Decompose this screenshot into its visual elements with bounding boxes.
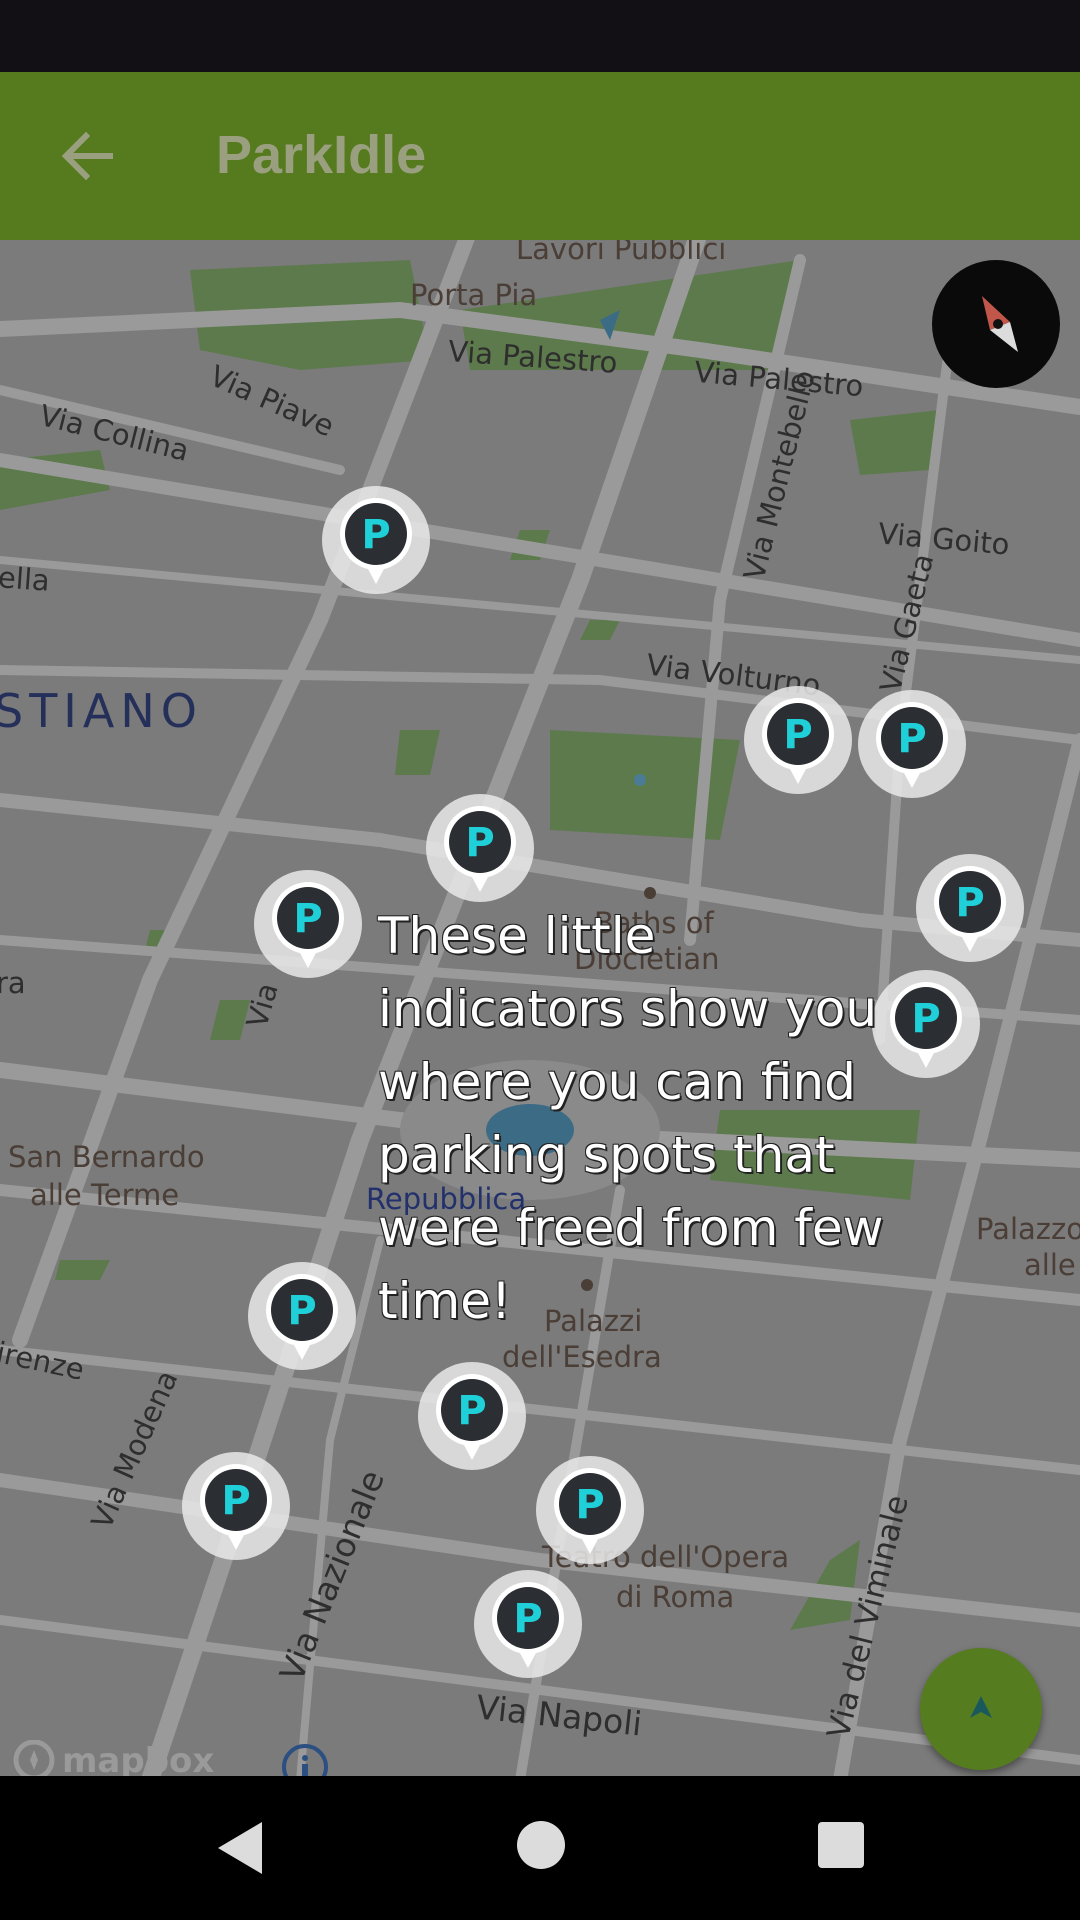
- system-nav-bar: [0, 1776, 1080, 1920]
- navigation-arrow-icon: [970, 1696, 992, 1718]
- svg-text:P: P: [911, 996, 940, 1042]
- parking-marker[interactable]: P: [416, 1360, 528, 1472]
- back-button[interactable]: [52, 120, 124, 192]
- svg-text:P: P: [293, 896, 322, 942]
- map-label: alle: [1024, 1248, 1076, 1282]
- svg-text:P: P: [783, 712, 812, 758]
- circle-home-icon[interactable]: [516, 1820, 566, 1870]
- parking-marker[interactable]: P: [534, 1454, 646, 1566]
- svg-text:P: P: [465, 820, 494, 866]
- compass-icon: [982, 296, 1018, 352]
- map-label: di Roma: [616, 1580, 735, 1614]
- svg-text:P: P: [575, 1482, 604, 1528]
- svg-text:mapbox: mapbox: [62, 1741, 214, 1776]
- parking-marker[interactable]: P: [246, 1260, 358, 1372]
- app-bar: ParkIdle: [0, 72, 1080, 240]
- svg-text:P: P: [361, 512, 390, 558]
- parking-marker[interactable]: P: [252, 868, 364, 980]
- map-label: Porta Pia: [410, 278, 538, 312]
- parking-marker[interactable]: P: [472, 1568, 584, 1680]
- svg-text:P: P: [513, 1596, 542, 1642]
- parking-marker[interactable]: P: [424, 792, 536, 904]
- svg-text:P: P: [457, 1388, 486, 1434]
- map-label: ra: [0, 966, 26, 1000]
- svg-text:P: P: [955, 880, 984, 926]
- svg-text:P: P: [287, 1288, 316, 1334]
- status-bar: [0, 0, 1080, 72]
- parking-marker[interactable]: P: [742, 684, 854, 796]
- map-label: Lavori Pubblici: [516, 240, 727, 266]
- parking-marker[interactable]: P: [914, 852, 1026, 964]
- svg-text:P: P: [221, 1478, 250, 1524]
- app-title: ParkIdle: [216, 125, 427, 185]
- parking-marker[interactable]: P: [856, 688, 968, 800]
- tutorial-text: These little indicators show you where y…: [378, 907, 884, 1330]
- map-label: STIANO: [0, 684, 203, 738]
- map-label: San Bernardo: [8, 1140, 205, 1174]
- svg-text:P: P: [897, 716, 926, 762]
- info-icon[interactable]: [282, 1744, 328, 1776]
- map-label: alle Terme: [30, 1178, 180, 1212]
- triangle-back-icon[interactable]: [212, 1818, 268, 1878]
- square-recents-icon[interactable]: [818, 1822, 864, 1868]
- map-label: Palazzo: [976, 1212, 1080, 1246]
- arrow-left-icon: [61, 131, 113, 181]
- map-label: ella: [0, 560, 51, 598]
- compass-button[interactable]: [932, 260, 1060, 388]
- parking-marker[interactable]: P: [320, 484, 432, 596]
- map-view[interactable]: Lavori Pubblici Porta Pia Via Palestro V…: [0, 240, 1080, 1776]
- parking-marker[interactable]: P: [180, 1450, 292, 1562]
- navigate-button[interactable]: [920, 1648, 1042, 1770]
